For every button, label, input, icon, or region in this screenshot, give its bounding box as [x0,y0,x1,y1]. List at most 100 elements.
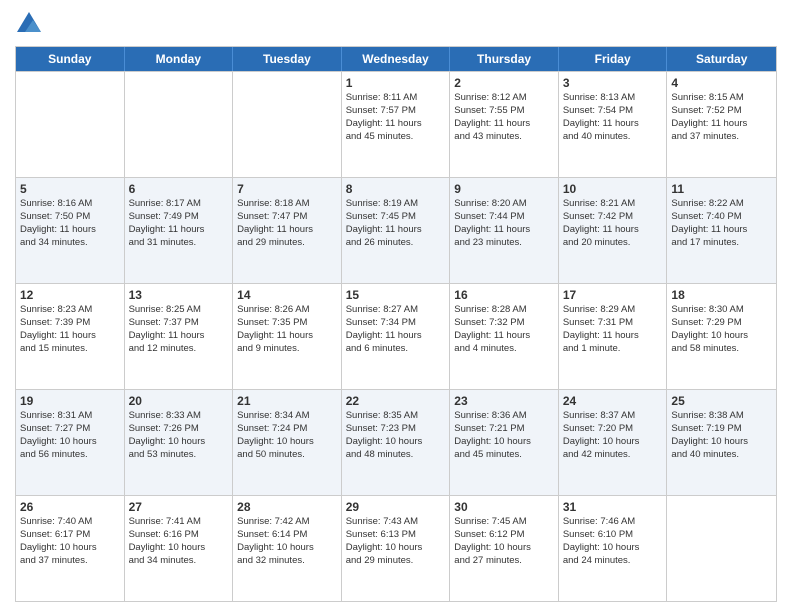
day-info: Sunset: 7:57 PM [346,105,446,118]
calendar-cell: 12Sunrise: 8:23 AMSunset: 7:39 PMDayligh… [16,284,125,389]
day-info: Daylight: 11 hours [454,330,554,343]
calendar-cell: 20Sunrise: 8:33 AMSunset: 7:26 PMDayligh… [125,390,234,495]
day-info: Sunrise: 8:31 AM [20,410,120,423]
day-info: and 53 minutes. [129,449,229,462]
day-info: Sunset: 7:31 PM [563,317,663,330]
calendar-cell: 26Sunrise: 7:40 AMSunset: 6:17 PMDayligh… [16,496,125,601]
calendar-cell [125,72,234,177]
page: SundayMondayTuesdayWednesdayThursdayFrid… [0,0,792,612]
day-info: Sunset: 7:20 PM [563,423,663,436]
day-info: Sunrise: 8:21 AM [563,198,663,211]
header-cell-tuesday: Tuesday [233,47,342,71]
day-info: Sunset: 7:49 PM [129,211,229,224]
day-info: and 40 minutes. [671,449,772,462]
day-number: 30 [454,499,554,515]
calendar-header: SundayMondayTuesdayWednesdayThursdayFrid… [16,47,776,71]
calendar-cell: 24Sunrise: 8:37 AMSunset: 7:20 PMDayligh… [559,390,668,495]
day-number: 25 [671,393,772,409]
day-number: 23 [454,393,554,409]
day-info: and 15 minutes. [20,343,120,356]
day-info: Sunset: 7:35 PM [237,317,337,330]
day-info: Sunrise: 7:40 AM [20,516,120,529]
day-info: Sunrise: 8:37 AM [563,410,663,423]
day-number: 19 [20,393,120,409]
day-info: and 58 minutes. [671,343,772,356]
calendar-row: 1Sunrise: 8:11 AMSunset: 7:57 PMDaylight… [16,71,776,177]
day-info: Sunset: 7:23 PM [346,423,446,436]
calendar-cell: 4Sunrise: 8:15 AMSunset: 7:52 PMDaylight… [667,72,776,177]
day-number: 1 [346,75,446,91]
day-info: Sunset: 6:13 PM [346,529,446,542]
day-number: 4 [671,75,772,91]
day-info: Sunrise: 8:36 AM [454,410,554,423]
day-info: Daylight: 10 hours [237,542,337,555]
day-info: Sunrise: 8:15 AM [671,92,772,105]
calendar-cell: 10Sunrise: 8:21 AMSunset: 7:42 PMDayligh… [559,178,668,283]
day-number: 22 [346,393,446,409]
day-info: Sunrise: 8:16 AM [20,198,120,211]
day-info: and 24 minutes. [563,555,663,568]
day-info: Sunrise: 8:35 AM [346,410,446,423]
day-number: 7 [237,181,337,197]
day-number: 17 [563,287,663,303]
header [15,10,777,38]
calendar-cell: 27Sunrise: 7:41 AMSunset: 6:16 PMDayligh… [125,496,234,601]
day-number: 26 [20,499,120,515]
day-info: Sunrise: 8:27 AM [346,304,446,317]
day-info: Sunset: 7:34 PM [346,317,446,330]
calendar-cell: 29Sunrise: 7:43 AMSunset: 6:13 PMDayligh… [342,496,451,601]
day-info: Daylight: 11 hours [454,224,554,237]
day-info: Daylight: 11 hours [454,118,554,131]
day-info: Daylight: 11 hours [671,118,772,131]
day-info: Sunset: 7:27 PM [20,423,120,436]
day-info: Sunrise: 7:45 AM [454,516,554,529]
day-info: Sunrise: 8:12 AM [454,92,554,105]
calendar-row: 5Sunrise: 8:16 AMSunset: 7:50 PMDaylight… [16,177,776,283]
calendar-cell: 25Sunrise: 8:38 AMSunset: 7:19 PMDayligh… [667,390,776,495]
day-info: Daylight: 10 hours [237,436,337,449]
day-info: Sunrise: 7:41 AM [129,516,229,529]
day-info: Sunset: 7:54 PM [563,105,663,118]
day-info: Daylight: 11 hours [563,118,663,131]
calendar-cell: 9Sunrise: 8:20 AMSunset: 7:44 PMDaylight… [450,178,559,283]
day-info: and 50 minutes. [237,449,337,462]
day-info: Daylight: 10 hours [129,436,229,449]
calendar-cell: 6Sunrise: 8:17 AMSunset: 7:49 PMDaylight… [125,178,234,283]
header-cell-saturday: Saturday [667,47,776,71]
day-info: Sunrise: 8:25 AM [129,304,229,317]
day-info: Sunrise: 8:20 AM [454,198,554,211]
calendar-cell: 7Sunrise: 8:18 AMSunset: 7:47 PMDaylight… [233,178,342,283]
day-info: Sunset: 6:16 PM [129,529,229,542]
day-info: Sunset: 7:29 PM [671,317,772,330]
calendar-cell: 17Sunrise: 8:29 AMSunset: 7:31 PMDayligh… [559,284,668,389]
day-info: Daylight: 11 hours [20,330,120,343]
day-info: Sunset: 6:14 PM [237,529,337,542]
header-cell-sunday: Sunday [16,47,125,71]
calendar-cell: 3Sunrise: 8:13 AMSunset: 7:54 PMDaylight… [559,72,668,177]
day-number: 28 [237,499,337,515]
day-info: Sunset: 7:47 PM [237,211,337,224]
day-info: and 26 minutes. [346,237,446,250]
day-info: Sunset: 7:32 PM [454,317,554,330]
day-info: Daylight: 10 hours [454,542,554,555]
calendar-row: 12Sunrise: 8:23 AMSunset: 7:39 PMDayligh… [16,283,776,389]
day-number: 6 [129,181,229,197]
day-info: Sunrise: 8:17 AM [129,198,229,211]
day-info: Sunset: 6:12 PM [454,529,554,542]
day-info: Sunset: 7:50 PM [20,211,120,224]
day-number: 24 [563,393,663,409]
calendar-cell: 2Sunrise: 8:12 AMSunset: 7:55 PMDaylight… [450,72,559,177]
day-info: Sunrise: 8:13 AM [563,92,663,105]
day-info: and 34 minutes. [129,555,229,568]
day-number: 3 [563,75,663,91]
day-info: Daylight: 10 hours [454,436,554,449]
day-number: 16 [454,287,554,303]
header-cell-wednesday: Wednesday [342,47,451,71]
day-info: and 20 minutes. [563,237,663,250]
day-info: Daylight: 10 hours [563,436,663,449]
day-info: Sunset: 7:26 PM [129,423,229,436]
day-number: 15 [346,287,446,303]
day-info: and 45 minutes. [346,131,446,144]
day-info: Sunrise: 8:26 AM [237,304,337,317]
day-info: Sunrise: 7:43 AM [346,516,446,529]
